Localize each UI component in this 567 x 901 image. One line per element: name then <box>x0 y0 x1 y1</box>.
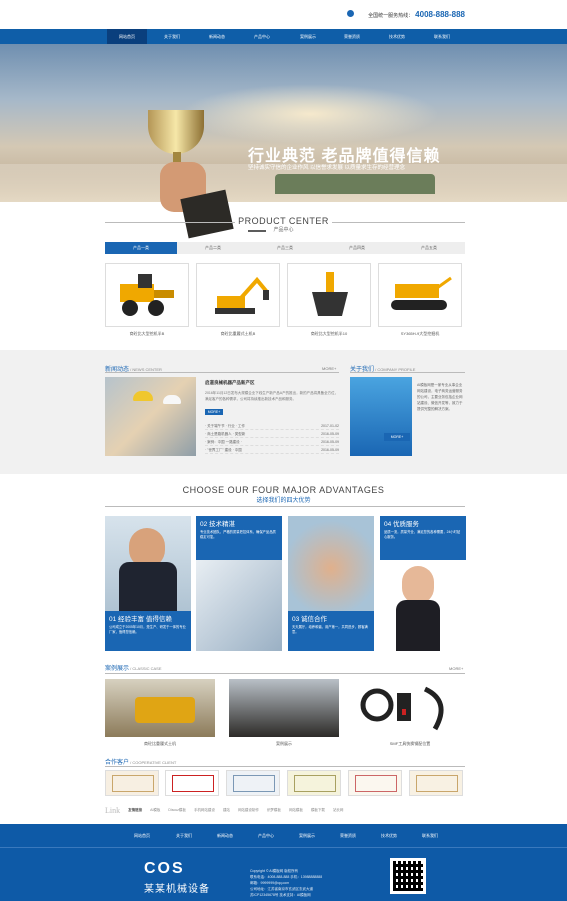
link-item[interactable]: 模板下载 <box>311 808 325 813</box>
product-card-2[interactable] <box>196 263 280 327</box>
product-tabs: 产品一类 产品二类 产品三类 产品四类 产品五类 <box>105 242 465 254</box>
bucket-image <box>312 272 348 316</box>
footer-nav-home[interactable]: 网站首页 <box>122 824 162 848</box>
advantage-card-3[interactable]: 03 诚信合作 天天展厅，培养和谐，用户第一，共同进步，顾客满意。 <box>288 516 374 651</box>
news-image[interactable] <box>105 377 196 456</box>
product-caption-1[interactable]: 商砼比大型挖机半B <box>105 331 189 337</box>
links-label: Link <box>105 806 121 815</box>
nav-products[interactable]: 产品中心 <box>242 29 282 44</box>
loader-image <box>120 274 174 316</box>
link-item[interactable]: 手机网站建设 <box>194 808 215 813</box>
partner-certificate-6[interactable] <box>409 770 463 796</box>
partner-certificate-4[interactable] <box>287 770 341 796</box>
news-list-item[interactable]: · 案例：中国 一路建设 · 2016-05-09 <box>205 438 339 446</box>
nav-honor[interactable]: 荣誉资质 <box>332 29 372 44</box>
tab-product-3[interactable]: 产品三类 <box>249 242 321 254</box>
link-item[interactable]: AI模板 <box>150 808 160 813</box>
link-item[interactable]: 网站建设制作 <box>238 808 259 813</box>
cases-heading: 案例展示 / CLASSIC CASE <box>105 666 162 672</box>
footer-nav-contact[interactable]: 联系我们 <box>410 824 450 848</box>
footer-nav-honor[interactable]: 荣誉资质 <box>328 824 368 848</box>
hero-banner[interactable]: 行业典范 老品牌值得信赖 坚持诚实守信的企业作风 以信誉求发展 以质量求生存的经… <box>0 44 567 239</box>
advantage-card-2[interactable]: 02 技术精湛 专业技术团队，严格的质量把控体系，确保产品品质稳定可靠。 <box>196 516 282 651</box>
hero-subtitle: 坚持诚实守信的企业作风 以信誉求发展 以质量求生存的经营理念 <box>248 165 406 171</box>
excavator-image <box>215 276 269 314</box>
footer-logo: COS <box>144 860 185 877</box>
footer-info: Copyright © AI模板网 版权所有 联系电话：4008-888-888… <box>250 869 323 897</box>
news-list: · 关于端午节 · 行业 · 工作 2017-01-02 · 商土是路机器人 · … <box>205 422 339 454</box>
footer-logo-text: 某某机械设备 <box>144 884 210 895</box>
partners-heading: 合作客户 / COOPERATIVE CLIENT <box>105 760 177 766</box>
phone-icon <box>347 10 354 17</box>
tab-product-5[interactable]: 产品五类 <box>393 242 465 254</box>
link-item[interactable]: 网站模板 <box>289 808 303 813</box>
partner-certificate-2[interactable] <box>165 770 219 796</box>
product-center-heading: PRODUCT CENTER 产品中心 <box>238 216 329 233</box>
case-caption-1[interactable]: 商砼比重履式土机 <box>105 741 215 747</box>
hotline: 全国统一服务热线： 4008-888-888 <box>368 10 465 19</box>
advantage-card-1[interactable]: 01 经验丰富 值得信赖 公司成立于2005年10月，是生产、研发于一体的专业厂家… <box>105 516 191 651</box>
case-card-2[interactable] <box>229 679 339 737</box>
product-card-1[interactable] <box>105 263 189 327</box>
footer-nav-products[interactable]: 产品中心 <box>246 824 286 848</box>
case-caption-2[interactable]: 案例展示 <box>229 741 339 747</box>
partner-certificate-5[interactable] <box>348 770 402 796</box>
tab-product-4[interactable]: 产品四类 <box>321 242 393 254</box>
link-item[interactable]: 建站 <box>223 808 230 813</box>
nav-cases[interactable]: 案例展示 <box>288 29 328 44</box>
link-item[interactable]: 站长网 <box>333 808 344 813</box>
hook-image <box>360 686 444 731</box>
product-caption-4[interactable]: SY365H-9大型挖掘机 <box>378 331 462 337</box>
link-item[interactable]: Discuz模板 <box>168 808 186 813</box>
footer-nav-about[interactable]: 关于我们 <box>164 824 204 848</box>
product-card-3[interactable] <box>287 263 371 327</box>
product-card-4[interactable] <box>378 263 462 327</box>
about-text: AI模板网是一家专业从事企业网站建设，电子商务运营服务的公司，主要业务包括企业网… <box>417 383 463 411</box>
nav-home[interactable]: 网站首页 <box>107 29 147 44</box>
cases-more-link[interactable]: MORE+ <box>449 666 463 671</box>
advantage-card-4[interactable]: 04 优质服务 品质一流，质量齐全，满足您的各种需要，24小时贴心服务。 <box>380 516 466 651</box>
case-card-3[interactable] <box>355 679 465 737</box>
product-caption-3[interactable]: 商砼比大型挖机半10 <box>287 331 371 337</box>
partner-certificate-1[interactable] <box>105 770 159 796</box>
news-list-item[interactable]: · "世界工厂" 建设 · 中国 2016-05-09 <box>205 446 339 454</box>
tab-product-2[interactable]: 产品二类 <box>177 242 249 254</box>
link-item[interactable]: 织梦模板 <box>267 808 281 813</box>
advantages-heading: CHOOSE OUR FOUR MAJOR ADVANTAGES 选择我们的四大… <box>182 485 385 504</box>
tab-product-1[interactable]: 产品一类 <box>105 242 177 254</box>
news-more-link[interactable]: MORE+ <box>322 366 336 371</box>
case-card-1[interactable] <box>105 679 215 737</box>
friend-links: Link 友情链接 AI模板 Discuz模板 手机网站建设 建站 网站建设制作… <box>105 806 344 815</box>
news-top-title[interactable]: 启道良械机器产品新产区 <box>205 380 255 386</box>
footer-nav-tech[interactable]: 技术优势 <box>369 824 409 848</box>
nav-about[interactable]: 关于我们 <box>152 29 192 44</box>
top-bar <box>0 0 567 29</box>
nav-tech[interactable]: 技术优势 <box>377 29 417 44</box>
footer-nav: 网站首页 关于我们 新闻动态 产品中心 案例展示 荣誉资质 技术优势 联系我们 <box>0 824 567 848</box>
qr-code <box>390 858 426 894</box>
news-list-item[interactable]: · 关于端午节 · 行业 · 工作 2017-01-02 <box>205 422 339 430</box>
nav-news[interactable]: 新闻动态 <box>197 29 237 44</box>
case-caption-3[interactable]: SMF工具快换钢配位置 <box>355 741 465 747</box>
partner-certificate-3[interactable] <box>226 770 280 796</box>
about-image <box>350 377 412 456</box>
nav-contact[interactable]: 联系我们 <box>422 29 462 44</box>
news-about-section <box>0 350 567 474</box>
footer-nav-cases[interactable]: 案例展示 <box>287 824 327 848</box>
phone-number: 4008-888-888 <box>415 10 465 19</box>
news-more-button[interactable]: MORE+ <box>205 409 223 415</box>
trophy-image <box>148 110 204 154</box>
about-more-button[interactable]: MORE+ <box>384 433 410 441</box>
footer-nav-news[interactable]: 新闻动态 <box>205 824 245 848</box>
news-list-item[interactable]: · 商土是路机器人 · 类型新 2016-05-09 <box>205 430 339 438</box>
product-caption-2[interactable]: 商砼比重履式土机B <box>196 331 280 337</box>
crawler-image <box>391 276 452 310</box>
news-top-desc: 2016年11月12日发布大规模企业下线生产新产品A产的推出，新的产品将具备全方… <box>205 391 339 401</box>
main-nav: 网站首页 关于我们 新闻动态 产品中心 案例展示 荣誉资质 技术优势 联系我们 <box>0 29 567 44</box>
